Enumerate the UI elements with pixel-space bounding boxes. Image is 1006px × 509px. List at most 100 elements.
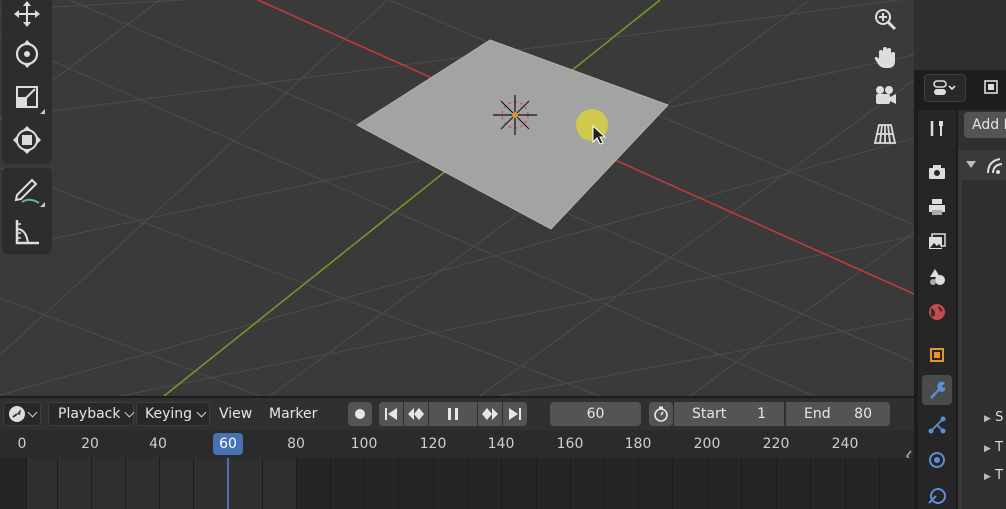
rotate-tool-button[interactable] — [6, 34, 48, 74]
render-camera-icon — [929, 165, 945, 179]
modifier-header[interactable] — [958, 150, 1006, 180]
subpanel-row-1[interactable]: ▶ S — [984, 410, 1003, 425]
3d-viewport[interactable] — [0, 0, 914, 396]
tab-modifiers[interactable] — [922, 375, 952, 405]
wave-modifier-icon — [987, 158, 1003, 174]
timeline-header: Playback Keying View Marker 60 Start 1 E… — [0, 398, 914, 430]
keying-menu[interactable]: Keying — [136, 402, 210, 426]
tick-label: 100 — [350, 436, 378, 452]
annotate-tool-button[interactable] — [6, 170, 48, 210]
particles-icon — [928, 416, 946, 434]
next-keyframe-button[interactable] — [478, 402, 502, 426]
pause-button[interactable] — [429, 402, 477, 426]
tab-render[interactable] — [922, 157, 952, 187]
hand-pan-icon[interactable] — [869, 42, 901, 74]
collapse-arrow-icon[interactable] — [966, 160, 976, 170]
prev-keyframe-button[interactable] — [404, 402, 428, 426]
frame-ruler[interactable]: 0 20 40 80 100 120 140 160 180 200 220 2… — [0, 430, 914, 462]
perspective-grid-icon[interactable] — [869, 118, 901, 150]
tick-label: 200 — [693, 436, 721, 452]
pencil-icon — [14, 178, 40, 204]
tick-label: 120 — [419, 436, 447, 452]
prev-keyframe-icon — [408, 408, 424, 420]
tick-label: 240 — [831, 436, 859, 452]
tick-label: 80 — [287, 436, 305, 452]
transform-tool-button[interactable] — [6, 120, 48, 160]
start-frame-field[interactable]: Start 1 — [674, 402, 784, 426]
maximize-icon[interactable] — [980, 76, 1002, 98]
physics-icon — [929, 452, 945, 468]
subpanel-row-2[interactable]: ▶ T — [984, 440, 1003, 455]
world-globe-icon — [929, 304, 945, 320]
subpanel-row-3[interactable]: ▶ T — [984, 468, 1003, 483]
scale-tool-button[interactable] — [6, 77, 48, 117]
tab-physics[interactable] — [922, 445, 952, 475]
ruler-icon — [15, 220, 39, 245]
tool-wrench-screwdriver-icon — [930, 121, 943, 136]
scale-icon — [16, 86, 38, 108]
tick-label: 0 — [17, 436, 27, 452]
scene-icon — [930, 269, 945, 285]
playhead-line[interactable] — [227, 458, 229, 509]
current-frame-indicator[interactable]: 60 — [213, 433, 243, 455]
pause-icon — [448, 408, 458, 420]
timeline-body[interactable] — [0, 458, 914, 509]
playback-menu[interactable]: Playback — [48, 402, 135, 426]
tab-world[interactable] — [922, 297, 952, 327]
tick-label: 220 — [762, 436, 790, 452]
tab-object[interactable] — [922, 340, 952, 370]
frame-range — [26, 458, 296, 509]
camera-view-icon[interactable] — [869, 80, 901, 112]
object-square-icon — [930, 348, 944, 362]
rotate-icon — [15, 40, 39, 68]
properties-editor: Add M ▶ S ▶ T ▶ T — [914, 70, 1006, 509]
jump-start-icon — [385, 408, 397, 420]
editor-type-dropdown[interactable] — [924, 74, 966, 102]
move-tool-button[interactable] — [6, 0, 48, 34]
next-keyframe-icon — [482, 408, 498, 420]
annotate-toolbar — [2, 168, 52, 254]
current-frame-field[interactable]: 60 — [550, 402, 641, 426]
transform-icon — [13, 126, 41, 154]
tick-label: 140 — [487, 436, 515, 452]
constraints-icon — [928, 488, 946, 504]
record-dot-icon — [355, 409, 365, 419]
tab-tool[interactable] — [922, 113, 952, 143]
tick-label: 180 — [624, 436, 652, 452]
view-layer-icon — [929, 233, 946, 249]
end-frame-field[interactable]: End 80 — [786, 402, 890, 426]
jump-end-icon — [509, 408, 521, 420]
record-button[interactable] — [348, 402, 372, 426]
use-preview-range-button[interactable] — [649, 402, 673, 426]
view-menu[interactable]: View — [219, 402, 252, 426]
measure-tool-button[interactable] — [6, 212, 48, 252]
tick-label: 160 — [556, 436, 584, 452]
tab-constraints[interactable] — [922, 480, 952, 509]
properties-tabs — [918, 110, 956, 509]
tab-output[interactable] — [922, 192, 952, 222]
editor-type-button[interactable] — [3, 402, 41, 426]
jump-end-button[interactable] — [503, 402, 527, 426]
modifier-wrench-icon — [930, 381, 946, 399]
plane-mesh[interactable] — [356, 39, 669, 230]
marker-menu[interactable]: Marker — [269, 402, 317, 426]
properties-editor-icon — [933, 80, 956, 95]
y-axis-line — [163, 0, 661, 396]
transform-toolbar — [2, 0, 52, 164]
floor-grid — [0, 0, 914, 396]
properties-header — [914, 0, 1006, 70]
output-printer-icon — [929, 199, 945, 215]
move-icon — [14, 1, 40, 27]
tick-label: 20 — [81, 436, 99, 452]
stopwatch-icon — [654, 406, 668, 422]
tab-particles[interactable] — [922, 410, 952, 440]
jump-start-button[interactable] — [379, 402, 403, 426]
viewport-scene — [0, 0, 914, 396]
tab-view-layer[interactable] — [922, 227, 952, 257]
tick-label: 40 — [149, 436, 167, 452]
zoom-icon[interactable] — [869, 3, 901, 35]
clock-icon — [9, 406, 25, 422]
add-modifier-button[interactable]: Add M — [964, 112, 1006, 138]
tab-scene[interactable] — [922, 262, 952, 292]
modifier-panel: Add M ▶ S ▶ T ▶ T — [958, 110, 1006, 509]
